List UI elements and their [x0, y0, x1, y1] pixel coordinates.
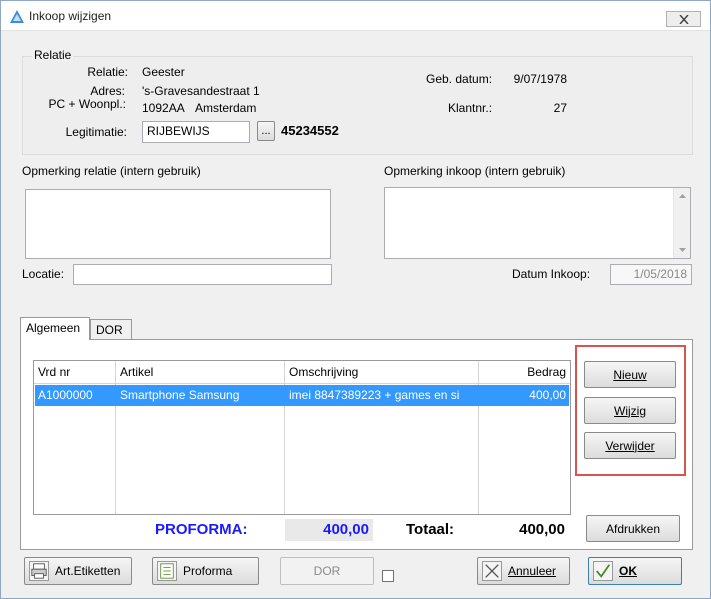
cell-vrd-nr: A1000000 — [38, 388, 93, 402]
verwijder-button-label: Verwijder — [605, 438, 655, 453]
verwijder-button[interactable]: Verwijder — [584, 432, 676, 459]
relatie-label: Relatie: — [87, 65, 128, 79]
woonplaats-value: Amsterdam — [195, 101, 257, 115]
adres-label: Adres: — [90, 84, 125, 98]
totaal-value: 400,00 — [519, 521, 565, 538]
cancel-x-icon — [482, 561, 502, 581]
opmerking-relatie-textarea[interactable] — [25, 189, 331, 259]
relatie-value: Geester — [142, 65, 185, 79]
checkmark-icon — [593, 561, 613, 581]
window-title: Inkoop wijzigen — [29, 9, 112, 23]
column-separator — [478, 361, 479, 514]
cell-artikel: Smartphone Samsung — [120, 388, 240, 402]
relatie-legend: Relatie — [32, 48, 74, 62]
scroll-up-icon — [679, 194, 686, 198]
dor-button[interactable]: DOR — [280, 557, 374, 585]
cell-bedrag: 400,00 — [529, 388, 566, 402]
articles-grid[interactable]: Vrd nr Artikel Omschrijving Bedrag A1000… — [33, 360, 571, 515]
locatie-label: Locatie: — [22, 267, 65, 281]
tab-dor[interactable]: DOR — [90, 319, 132, 339]
art-etiketten-label: Art.Etiketten — [55, 564, 121, 578]
wijzig-button-label: Wijzig — [614, 403, 646, 418]
ok-label: OK — [619, 564, 637, 578]
klantnr-label: Klantnr.: — [448, 101, 493, 115]
adres-value: 's-Gravesandestraat 1 — [142, 84, 260, 98]
dor-checkbox[interactable] — [382, 570, 394, 582]
proforma-value: 400,00 — [285, 519, 373, 541]
printer-icon — [29, 561, 49, 581]
klantnr-value: 27 — [553, 101, 567, 115]
wijzig-button[interactable]: Wijzig — [584, 397, 676, 424]
app-triangle-icon — [10, 10, 24, 23]
column-header-vrd-nr[interactable]: Vrd nr — [38, 365, 70, 379]
datum-inkoop-input[interactable]: 1/05/2018 — [610, 264, 692, 285]
list-icon — [157, 561, 177, 581]
column-separator — [284, 361, 285, 514]
opmerking-relatie-label: Opmerking relatie (intern gebruik) — [22, 164, 201, 178]
opmerking-inkoop-textarea[interactable] — [384, 187, 691, 259]
column-header-omschrijving[interactable]: Omschrijving — [289, 365, 358, 379]
nieuw-button-label: Nieuw — [613, 367, 647, 382]
totaal-label: Totaal: — [406, 521, 455, 538]
close-button[interactable] — [666, 11, 701, 27]
nieuw-button[interactable]: Nieuw — [584, 361, 676, 388]
dialog-window: Inkoop wijzigen Relatie Relatie: Geester… — [0, 0, 711, 599]
table-row[interactable]: A1000000 Smartphone Samsung imei 8847389… — [35, 385, 569, 406]
column-header-bedrag[interactable]: Bedrag — [479, 365, 566, 379]
column-separator — [115, 361, 116, 514]
annuleer-button[interactable]: Annuleer — [477, 557, 570, 585]
postcode-value: 1092AA — [142, 101, 185, 115]
geb-datum-value: 9/07/1978 — [513, 72, 567, 86]
annuleer-label: Annuleer — [508, 564, 557, 578]
legitimatie-label: Legitimatie: — [65, 125, 127, 139]
cell-omschrijving: imei 8847389223 + games en si — [289, 388, 460, 402]
title-bar: Inkoop wijzigen — [1, 1, 710, 31]
proforma-button[interactable]: Proforma — [152, 557, 259, 585]
locatie-input[interactable] — [73, 264, 332, 285]
proforma-button-label: Proforma — [183, 564, 233, 578]
opmerking-inkoop-scrollbar[interactable] — [673, 188, 690, 258]
scroll-down-icon — [679, 248, 686, 252]
legitimatie-input[interactable]: RIJBEWIJS — [142, 121, 250, 143]
tab-algemeen[interactable]: Algemeen — [20, 317, 90, 340]
afdrukken-button[interactable]: Afdrukken — [586, 515, 680, 542]
geb-datum-label: Geb. datum: — [426, 72, 493, 86]
legitimatie-number: 45234552 — [281, 123, 339, 138]
pc-woonplaats-label: PC + Woonpl.: — [48, 97, 126, 111]
opmerking-inkoop-label: Opmerking inkoop (intern gebruik) — [384, 164, 566, 178]
close-icon — [679, 15, 689, 24]
datum-inkoop-label: Datum Inkoop: — [512, 267, 591, 281]
legitimatie-browse-button[interactable]: ... — [257, 121, 275, 141]
art-etiketten-button[interactable]: Art.Etiketten — [24, 557, 132, 585]
column-header-artikel[interactable]: Artikel — [120, 365, 153, 379]
proforma-label: PROFORMA: — [155, 521, 248, 538]
ok-button[interactable]: OK — [588, 557, 682, 585]
